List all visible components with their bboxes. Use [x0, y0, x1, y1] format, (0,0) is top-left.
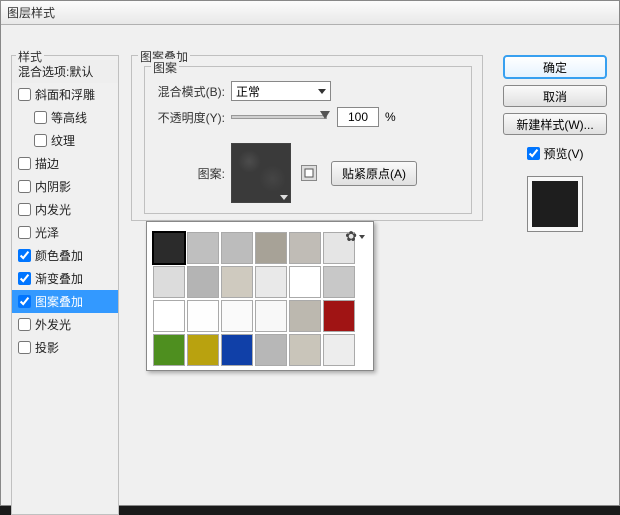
style-item-label: 内发光 [35, 201, 71, 218]
preview-label: 预览(V) [544, 145, 584, 162]
chevron-down-icon [280, 195, 288, 200]
new-preset-icon[interactable] [301, 165, 317, 181]
style-item-8[interactable]: 渐变叠加 [12, 267, 118, 290]
preview-thumbnail-image [532, 181, 578, 227]
gear-icon[interactable]: ✿ [345, 228, 365, 245]
opacity-slider[interactable] [231, 115, 327, 119]
style-checkbox[interactable] [18, 272, 31, 285]
style-item-11[interactable]: 投影 [12, 336, 118, 359]
opacity-label: 不透明度(Y): [145, 109, 225, 126]
pattern-swatch-item[interactable] [153, 300, 185, 332]
style-item-label: 投影 [35, 339, 59, 356]
style-checkbox[interactable] [18, 295, 31, 308]
pattern-swatch-item[interactable] [187, 266, 219, 298]
style-item-label: 描边 [35, 155, 59, 172]
style-item-label: 纹理 [51, 132, 75, 149]
opacity-suffix: % [385, 110, 396, 124]
pattern-swatch-item[interactable] [153, 232, 185, 264]
style-checkbox[interactable] [34, 134, 47, 147]
preview-checkbox[interactable] [527, 147, 540, 160]
style-item-1[interactable]: 等高线 [12, 106, 118, 129]
style-item-label: 颜色叠加 [35, 247, 83, 264]
blend-mode-value: 正常 [236, 83, 260, 100]
style-item-label: 内阴影 [35, 178, 71, 195]
style-item-label: 等高线 [51, 109, 87, 126]
pattern-swatch-item[interactable] [323, 266, 355, 298]
pattern-subgroup-label: 图案 [151, 59, 179, 76]
chevron-down-icon [359, 235, 365, 239]
pattern-swatch-item[interactable] [221, 334, 253, 366]
style-checkbox[interactable] [18, 88, 31, 101]
pattern-swatch-item[interactable] [187, 334, 219, 366]
style-item-4[interactable]: 内阴影 [12, 175, 118, 198]
pattern-swatch-item[interactable] [153, 334, 185, 366]
pattern-subgroup: 图案 混合模式(B): 正常 不透明度(Y): 100 % [144, 66, 472, 214]
pattern-swatch-item[interactable] [255, 232, 287, 264]
pattern-swatch-item[interactable] [187, 232, 219, 264]
pattern-swatch-item[interactable] [187, 300, 219, 332]
style-item-label: 斜面和浮雕 [35, 86, 95, 103]
chevron-down-icon [318, 89, 326, 94]
style-item-label: 外发光 [35, 316, 71, 333]
pattern-title-label: 图案: [145, 165, 225, 182]
style-checkbox[interactable] [18, 226, 31, 239]
blend-mode-label: 混合模式(B): [145, 83, 225, 100]
styles-label: 样式 [16, 48, 44, 65]
pattern-swatch-item[interactable] [255, 266, 287, 298]
pattern-swatch-item[interactable] [289, 266, 321, 298]
style-checkbox[interactable] [18, 203, 31, 216]
styles-list: 混合选项:默认 斜面和浮雕等高线纹理描边内阴影内发光光泽颜色叠加渐变叠加图案叠加… [12, 56, 118, 363]
ok-button[interactable]: 确定 [503, 55, 607, 79]
slider-thumb-icon[interactable] [320, 111, 330, 119]
window-title: 图层样式 [7, 4, 55, 21]
style-item-3[interactable]: 描边 [12, 152, 118, 175]
dialog-body: 样式 混合选项:默认 斜面和浮雕等高线纹理描边内阴影内发光光泽颜色叠加渐变叠加图… [1, 25, 619, 505]
opacity-input[interactable]: 100 [337, 107, 379, 127]
blending-options-label: 混合选项:默认 [18, 63, 93, 80]
pattern-swatch-item[interactable] [289, 334, 321, 366]
style-checkbox[interactable] [34, 111, 47, 124]
right-column: 确定 取消 新建样式(W)... 预览(V) [501, 55, 609, 232]
style-item-7[interactable]: 颜色叠加 [12, 244, 118, 267]
pattern-swatch-item[interactable] [255, 334, 287, 366]
style-checkbox[interactable] [18, 318, 31, 331]
snap-origin-button[interactable]: 贴紧原点(A) [331, 161, 417, 186]
style-checkbox[interactable] [18, 157, 31, 170]
style-checkbox[interactable] [18, 249, 31, 262]
pattern-swatch-item[interactable] [221, 300, 253, 332]
titlebar[interactable]: 图层样式 [1, 1, 619, 25]
preview-thumbnail [527, 176, 583, 232]
pattern-swatch-item[interactable] [221, 232, 253, 264]
styles-panel: 样式 混合选项:默认 斜面和浮雕等高线纹理描边内阴影内发光光泽颜色叠加渐变叠加图… [11, 55, 119, 515]
blend-mode-combo[interactable]: 正常 [231, 81, 331, 101]
layer-style-dialog: 图层样式 样式 混合选项:默认 斜面和浮雕等高线纹理描边内阴影内发光光泽颜色叠加… [0, 0, 620, 506]
style-item-label: 渐变叠加 [35, 270, 83, 287]
style-item-10[interactable]: 外发光 [12, 313, 118, 336]
pattern-swatch-item[interactable] [323, 300, 355, 332]
pattern-overlay-group: 图案叠加 图案 混合模式(B): 正常 不透明度(Y): 100 % [131, 55, 483, 221]
pattern-swatch-item[interactable] [221, 266, 253, 298]
pattern-swatch-item[interactable] [153, 266, 185, 298]
style-item-5[interactable]: 内发光 [12, 198, 118, 221]
pattern-swatch-item[interactable] [289, 232, 321, 264]
new-style-button[interactable]: 新建样式(W)... [503, 113, 607, 135]
style-checkbox[interactable] [18, 180, 31, 193]
style-item-0[interactable]: 斜面和浮雕 [12, 83, 118, 106]
pattern-grid [153, 232, 367, 366]
style-item-2[interactable]: 纹理 [12, 129, 118, 152]
style-item-label: 光泽 [35, 224, 59, 241]
pattern-swatch-item[interactable] [289, 300, 321, 332]
preview-checkbox-row[interactable]: 预览(V) [527, 145, 584, 162]
cancel-button[interactable]: 取消 [503, 85, 607, 107]
style-item-9[interactable]: 图案叠加 [12, 290, 118, 313]
style-item-label: 图案叠加 [35, 293, 83, 310]
pattern-swatch-item[interactable] [323, 334, 355, 366]
style-checkbox[interactable] [18, 341, 31, 354]
pattern-swatch[interactable] [231, 143, 291, 203]
pattern-swatch-item[interactable] [255, 300, 287, 332]
style-item-6[interactable]: 光泽 [12, 221, 118, 244]
pattern-picker-popup: ✿ [146, 221, 374, 371]
